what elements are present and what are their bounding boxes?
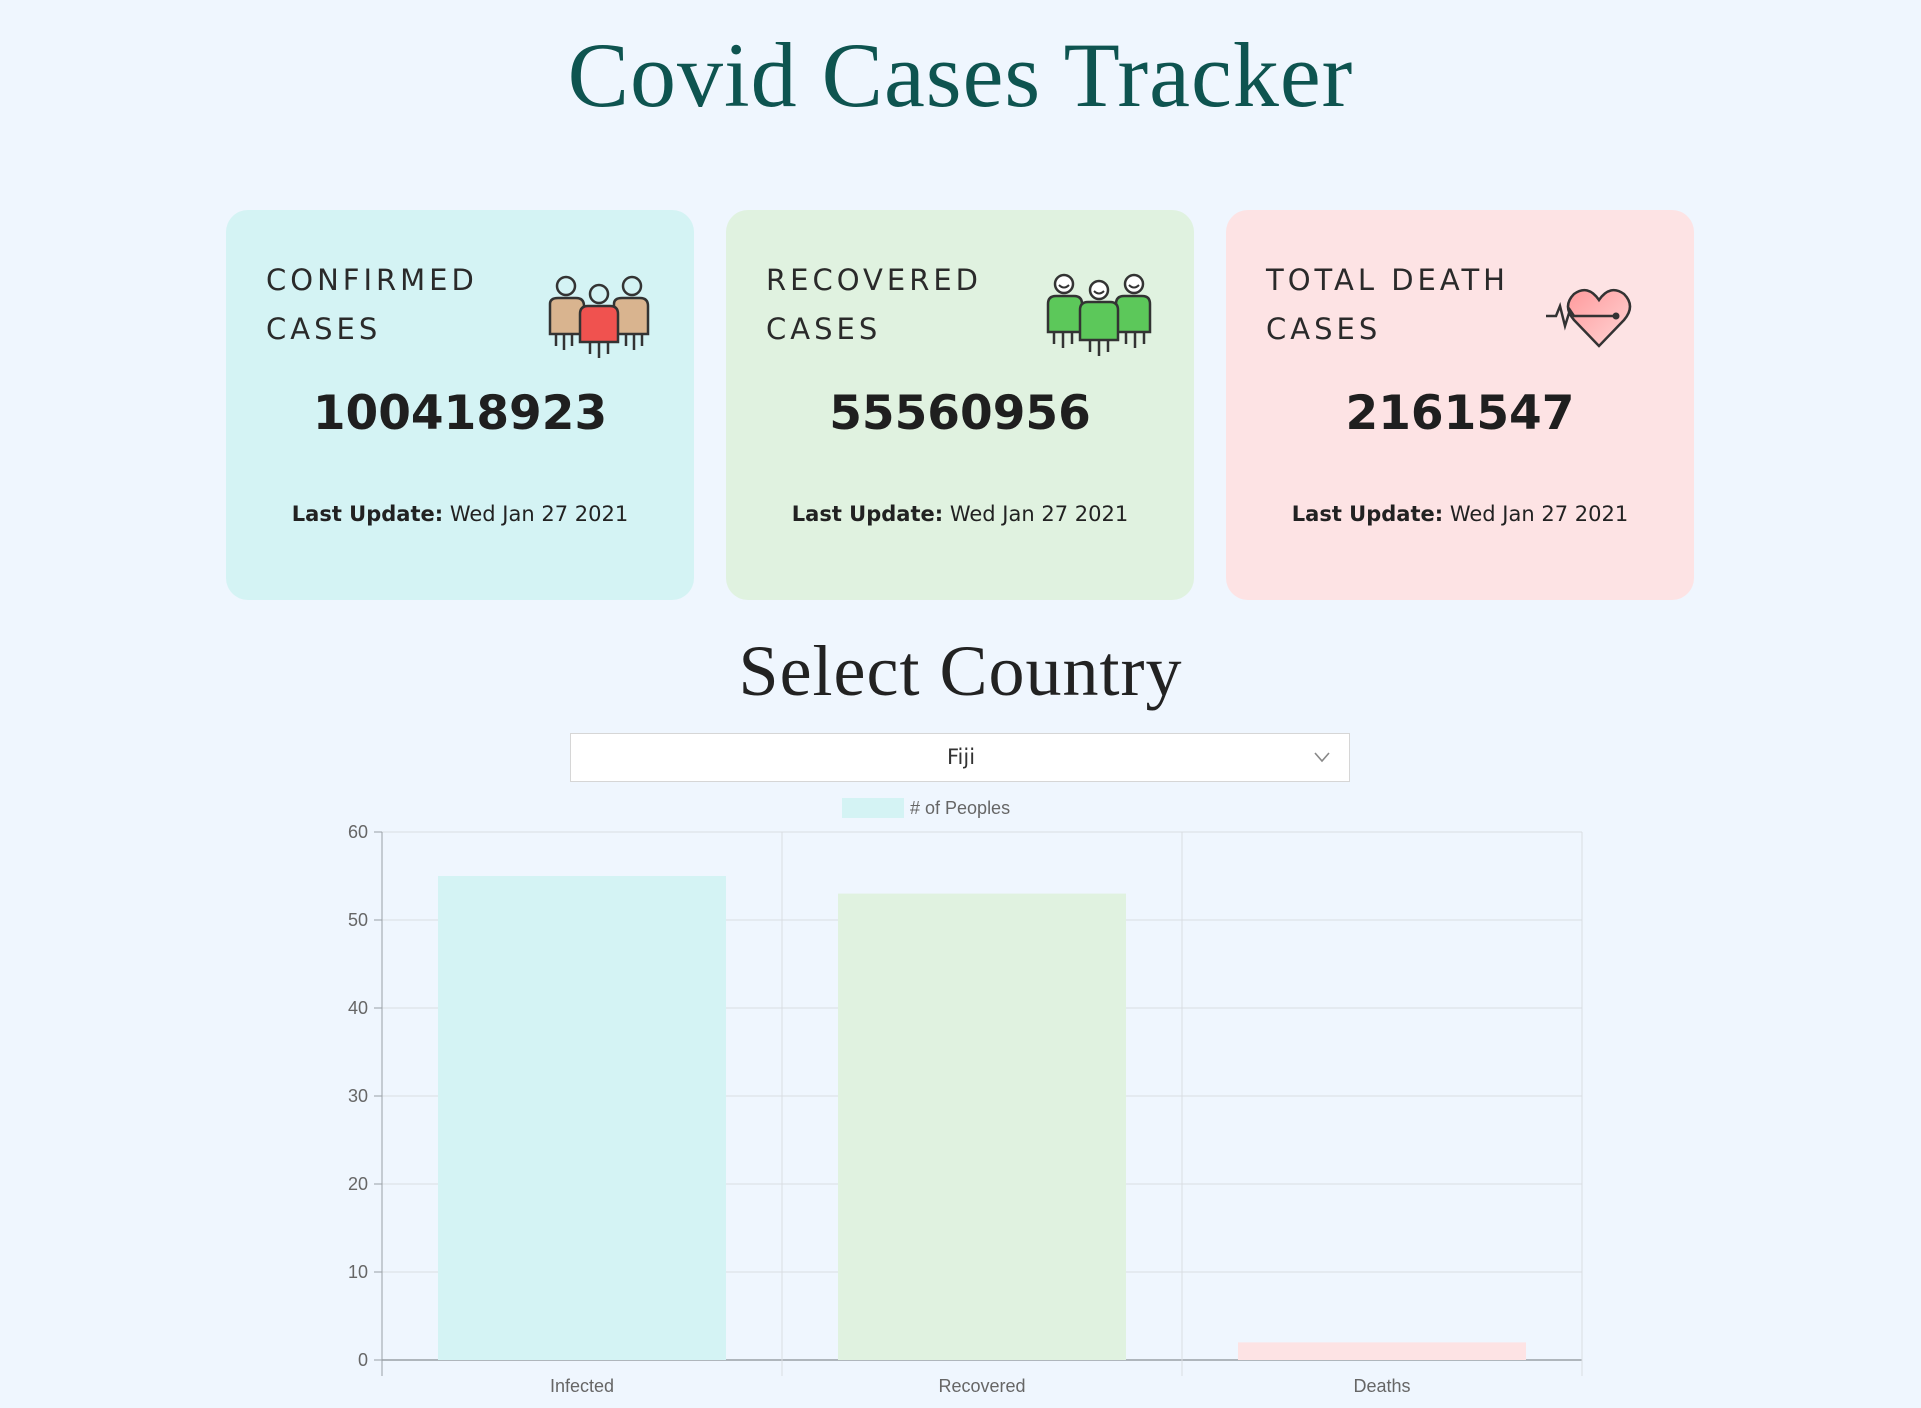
card-title-line2: CASES xyxy=(766,312,882,346)
chevron-down-icon xyxy=(1314,752,1330,763)
last-update-date: Wed Jan 27 2021 xyxy=(949,502,1129,526)
y-tick-label: 0 xyxy=(358,1350,368,1370)
legend-label: # of Peoples xyxy=(910,798,1010,818)
people-group-icon xyxy=(548,275,650,358)
confirmed-cases-value: 100418923 xyxy=(312,386,608,441)
y-tick-label: 60 xyxy=(348,822,368,842)
card-title-line2: CASES xyxy=(1266,312,1382,346)
confirmed-cases-card: CONFIRMED CASES 100418923 Last Update: W… xyxy=(226,210,694,600)
total-death-cases-card: TOTAL DEATH CASES 2161547 Last Update: W… xyxy=(1226,210,1694,600)
smiling-people-icon xyxy=(1046,273,1152,356)
card-title-line2: CASES xyxy=(266,312,382,346)
last-update: Last Update: Wed Jan 27 2021 xyxy=(726,502,1194,526)
bar-recovered xyxy=(838,893,1126,1360)
y-tick-label: 10 xyxy=(348,1262,368,1282)
card-title-line1: CONFIRMED xyxy=(266,263,478,297)
card-title: TOTAL DEATH CASES xyxy=(1266,256,1546,354)
page-title: Covid Cases Tracker xyxy=(567,24,1354,126)
last-update-label: Last Update: xyxy=(1291,502,1444,526)
bar-deaths xyxy=(1238,1342,1526,1360)
last-update-date: Wed Jan 27 2021 xyxy=(1449,502,1629,526)
last-update: Last Update: Wed Jan 27 2021 xyxy=(226,502,694,526)
recovered-cases-card: RECOVERED CASES 55560956 Last Update: We… xyxy=(726,210,1194,600)
last-update: Last Update: Wed Jan 27 2021 xyxy=(1226,502,1694,526)
country-select[interactable]: Fiji xyxy=(570,733,1350,782)
card-title: RECOVERED CASES xyxy=(766,256,1046,354)
card-title: CONFIRMED CASES xyxy=(266,256,546,354)
total-death-cases-value: 2161547 xyxy=(1345,386,1575,441)
y-tick-label: 40 xyxy=(348,998,368,1018)
bar-infected xyxy=(438,876,726,1360)
y-tick-label: 30 xyxy=(348,1086,368,1106)
legend-swatch xyxy=(842,798,904,818)
y-tick-label: 20 xyxy=(348,1174,368,1194)
x-tick-label: Infected xyxy=(550,1376,614,1396)
last-update-label: Last Update: xyxy=(791,502,944,526)
select-country-heading: Select Country xyxy=(738,631,1183,711)
card-title-line1: RECOVERED xyxy=(766,263,983,297)
x-tick-label: Recovered xyxy=(938,1376,1025,1396)
last-update-label: Last Update: xyxy=(291,502,444,526)
heartbeat-icon xyxy=(1546,288,1632,348)
country-bar-chart: # of Peoples 0 10 20 30 40 50 60 Infected Recover… xyxy=(320,788,1620,1408)
y-tick-label: 50 xyxy=(348,910,368,930)
last-update-date: Wed Jan 27 2021 xyxy=(449,502,629,526)
country-select-value: Fiji xyxy=(946,745,976,769)
chart-svg: # of Peoples 0 10 20 30 40 50 60 Infected Recover… xyxy=(348,798,1583,1396)
x-tick-label: Deaths xyxy=(1353,1376,1410,1396)
card-title-line1: TOTAL DEATH xyxy=(1266,263,1509,297)
recovered-cases-value: 55560956 xyxy=(829,386,1091,441)
stats-cards: CONFIRMED CASES 100418923 Last Update: W… xyxy=(226,210,1694,600)
